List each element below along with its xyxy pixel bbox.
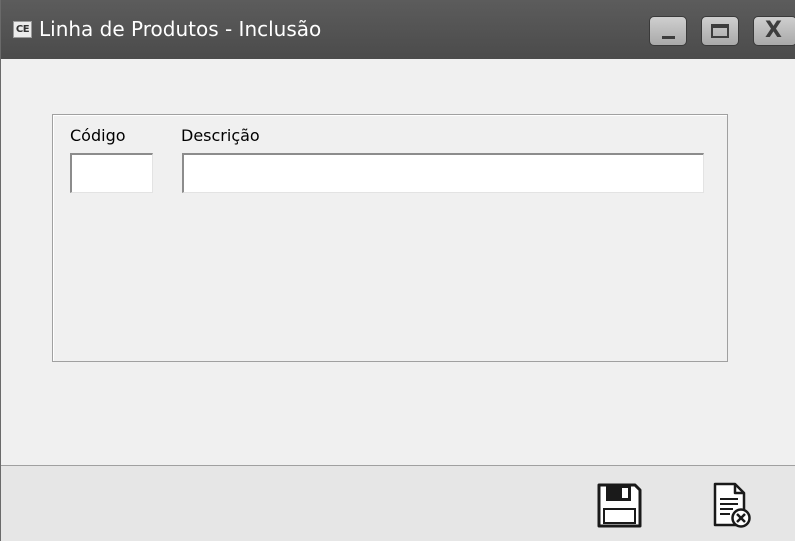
- floppy-disk-icon: [597, 483, 642, 528]
- title-bar[interactable]: CE Linha de Produtos - Inclusão X: [1, 0, 795, 59]
- minimize-icon: [662, 36, 675, 39]
- codigo-label: Código: [70, 126, 126, 145]
- maximize-button[interactable]: [701, 16, 739, 46]
- button-bar: [1, 466, 795, 541]
- form-group-box: [52, 114, 728, 362]
- app-icon[interactable]: CE: [13, 21, 32, 38]
- save-button[interactable]: [593, 479, 645, 531]
- close-button[interactable]: X: [753, 16, 795, 46]
- maximize-icon: [711, 24, 729, 38]
- document-cancel-icon: [713, 482, 751, 528]
- descricao-label: Descrição: [181, 126, 260, 145]
- product-line-dialog: CE Linha de Produtos - Inclusão X Código…: [0, 0, 795, 541]
- close-icon: X: [765, 18, 782, 43]
- descricao-input[interactable]: [182, 153, 704, 193]
- codigo-input[interactable]: [70, 153, 153, 193]
- window-title: Linha de Produtos - Inclusão: [39, 17, 322, 41]
- cancel-button[interactable]: [705, 479, 757, 531]
- minimize-button[interactable]: [649, 16, 687, 46]
